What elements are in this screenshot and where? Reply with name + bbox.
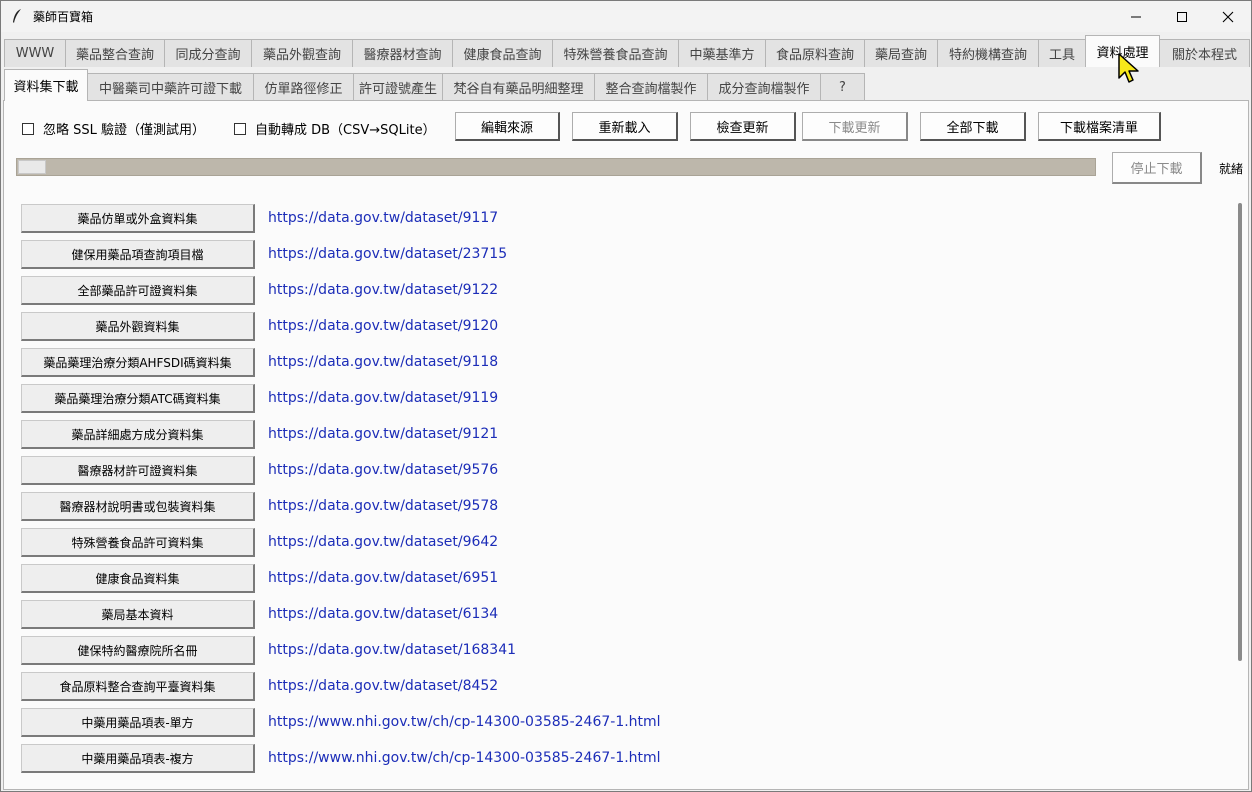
minimize-button[interactable] bbox=[1113, 1, 1159, 32]
feather-icon bbox=[13, 9, 21, 23]
maximize-icon bbox=[1177, 11, 1187, 22]
ignore-ssl-label: 忽略 SSL 驗證（僅測試用） bbox=[43, 123, 206, 138]
dataset-download-button[interactable]: 醫療器材說明書或包裝資料集 bbox=[21, 492, 255, 521]
tab-pharmacy-search[interactable]: 藥局查詢 bbox=[864, 39, 938, 67]
app-window: 藥師百寶箱 WWW 藥品整合查詢 同成分查詢 藥品外觀查詢 醫療器材查詢 健康食… bbox=[0, 0, 1252, 792]
dataset-download-button[interactable]: 中藥用藥品項表-單方 bbox=[21, 708, 255, 737]
subtab-license-number-generate[interactable]: 許可證號產生 bbox=[353, 73, 443, 101]
dataset-download-button[interactable]: 健康食品資料集 bbox=[21, 564, 255, 593]
download-progress-bar bbox=[16, 158, 1096, 176]
checkbox-box bbox=[234, 122, 246, 135]
dataset-download-button[interactable]: 藥品外觀資料集 bbox=[21, 312, 255, 341]
maximize-button[interactable] bbox=[1159, 1, 1205, 32]
download-file-list-button[interactable]: 下載檔案清單 bbox=[1038, 112, 1161, 141]
subtab-help[interactable]: ? bbox=[820, 73, 865, 101]
dataset-link[interactable]: https://www.nhi.gov.tw/ch/cp-14300-03585… bbox=[268, 714, 661, 730]
tab-food-ingredient-search[interactable]: 食品原料查詢 bbox=[765, 39, 865, 67]
dataset-link[interactable]: https://data.gov.tw/dataset/9119 bbox=[268, 390, 498, 406]
tab-special-nutrition-search[interactable]: 特殊營養食品查詢 bbox=[552, 39, 679, 67]
dataset-download-button[interactable]: 藥品藥理治療分類ATC碼資料集 bbox=[21, 384, 255, 413]
close-icon bbox=[1222, 11, 1234, 22]
close-button[interactable] bbox=[1205, 1, 1251, 32]
dataset-link[interactable]: https://data.gov.tw/dataset/9121 bbox=[268, 426, 498, 442]
dataset-download-button[interactable]: 藥局基本資料 bbox=[21, 600, 255, 629]
reload-button[interactable]: 重新載入 bbox=[572, 112, 678, 141]
dataset-link[interactable]: https://data.gov.tw/dataset/9117 bbox=[268, 210, 498, 226]
dataset-download-button[interactable]: 醫療器材許可證資料集 bbox=[21, 456, 255, 485]
main-tab-bar: WWW 藥品整合查詢 同成分查詢 藥品外觀查詢 醫療器材查詢 健康食品查詢 特殊… bbox=[4, 35, 1251, 67]
check-update-button[interactable]: 檢查更新 bbox=[690, 112, 796, 141]
dataset-download-button[interactable]: 藥品仿單或外盒資料集 bbox=[21, 204, 255, 233]
dataset-link[interactable]: https://data.gov.tw/dataset/9120 bbox=[268, 318, 498, 334]
tab-drug-integrated-search[interactable]: 藥品整合查詢 bbox=[65, 39, 165, 67]
subtab-dataset-download[interactable]: 資料集下載 bbox=[4, 69, 88, 101]
dataset-link[interactable]: https://data.gov.tw/dataset/168341 bbox=[268, 642, 516, 658]
dataset-link[interactable]: https://data.gov.tw/dataset/6951 bbox=[268, 570, 498, 586]
tab-medical-device-search[interactable]: 醫療器材查詢 bbox=[352, 39, 453, 67]
dataset-link[interactable]: https://www.nhi.gov.tw/ch/cp-14300-03585… bbox=[268, 750, 661, 766]
download-update-button[interactable]: 下載更新 bbox=[802, 112, 908, 141]
window-title: 藥師百寶箱 bbox=[33, 10, 94, 24]
dataset-link[interactable]: https://data.gov.tw/dataset/9578 bbox=[268, 498, 498, 514]
tab-contract-institution-search[interactable]: 特約機構查詢 bbox=[937, 39, 1039, 67]
tab-tcm-formula[interactable]: 中藥基準方 bbox=[678, 39, 766, 67]
subtab-tcm-license-download[interactable]: 中醫藥司中藥許可證下載 bbox=[87, 73, 254, 101]
tab-tools[interactable]: 工具 bbox=[1038, 39, 1086, 67]
auto-db-label: 自動轉成 DB（CSV→SQLite） bbox=[255, 123, 436, 138]
dataset-download-button[interactable]: 健保特約醫療院所名冊 bbox=[21, 636, 255, 665]
dataset-download-button[interactable]: 藥品詳細處方成分資料集 bbox=[21, 420, 255, 449]
tab-about[interactable]: 關於本程式 bbox=[1159, 39, 1250, 67]
title-bar: 藥師百寶箱 bbox=[1, 1, 1251, 32]
subtab-vangogh-drug-list[interactable]: 梵谷自有藥品明細整理 bbox=[442, 73, 595, 101]
subtab-leaflet-path-fix[interactable]: 仿單路徑修正 bbox=[253, 73, 354, 101]
ignore-ssl-checkbox[interactable]: 忽略 SSL 驗證（僅測試用） bbox=[22, 119, 205, 138]
tab-health-food-search[interactable]: 健康食品查詢 bbox=[452, 39, 553, 67]
dataset-link[interactable]: https://data.gov.tw/dataset/9118 bbox=[268, 354, 498, 370]
stop-download-button[interactable]: 停止下載 bbox=[1112, 152, 1202, 184]
dataset-link[interactable]: https://data.gov.tw/dataset/8452 bbox=[268, 678, 498, 694]
tab-www[interactable]: WWW bbox=[4, 39, 66, 67]
subtab-ingredient-file-build[interactable]: 成分查詢檔製作 bbox=[707, 73, 821, 101]
progress-fill bbox=[18, 160, 47, 174]
dataset-link[interactable]: https://data.gov.tw/dataset/6134 bbox=[268, 606, 498, 622]
minimize-icon bbox=[1131, 16, 1141, 17]
dataset-link[interactable]: https://data.gov.tw/dataset/23715 bbox=[268, 246, 507, 262]
auto-db-checkbox[interactable]: 自動轉成 DB（CSV→SQLite） bbox=[234, 119, 436, 138]
subtab-integrated-file-build[interactable]: 整合查詢檔製作 bbox=[594, 73, 708, 101]
tab-drug-appearance-search[interactable]: 藥品外觀查詢 bbox=[251, 39, 353, 67]
dataset-link[interactable]: https://data.gov.tw/dataset/9576 bbox=[268, 462, 498, 478]
dataset-link[interactable]: https://data.gov.tw/dataset/9122 bbox=[268, 282, 498, 298]
vertical-scrollbar[interactable] bbox=[1238, 203, 1242, 661]
dataset-download-button[interactable]: 特殊營養食品許可資料集 bbox=[21, 528, 255, 557]
dataset-download-button[interactable]: 中藥用藥品項表-複方 bbox=[21, 744, 255, 773]
edit-source-button[interactable]: 編輯來源 bbox=[455, 112, 560, 141]
dataset-link[interactable]: https://data.gov.tw/dataset/9642 bbox=[268, 534, 498, 550]
download-all-button[interactable]: 全部下載 bbox=[920, 112, 1026, 141]
dataset-download-button[interactable]: 食品原料整合查詢平臺資料集 bbox=[21, 672, 255, 701]
mouse-cursor-icon bbox=[1118, 53, 1139, 83]
dataset-download-button[interactable]: 藥品藥理治療分類AHFSDI碼資料集 bbox=[21, 348, 255, 377]
dataset-download-button[interactable]: 健保用藥品項查詢項目檔 bbox=[21, 240, 255, 269]
dataset-download-button[interactable]: 全部藥品許可證資料集 bbox=[21, 276, 255, 305]
sub-tab-bar: 資料集下載 中醫藥司中藥許可證下載 仿單路徑修正 許可證號產生 梵谷自有藥品明細… bbox=[4, 69, 1251, 101]
status-text: 就緒 bbox=[1219, 162, 1244, 176]
tab-same-ingredient-search[interactable]: 同成分查詢 bbox=[164, 39, 252, 67]
checkbox-box bbox=[22, 122, 34, 135]
